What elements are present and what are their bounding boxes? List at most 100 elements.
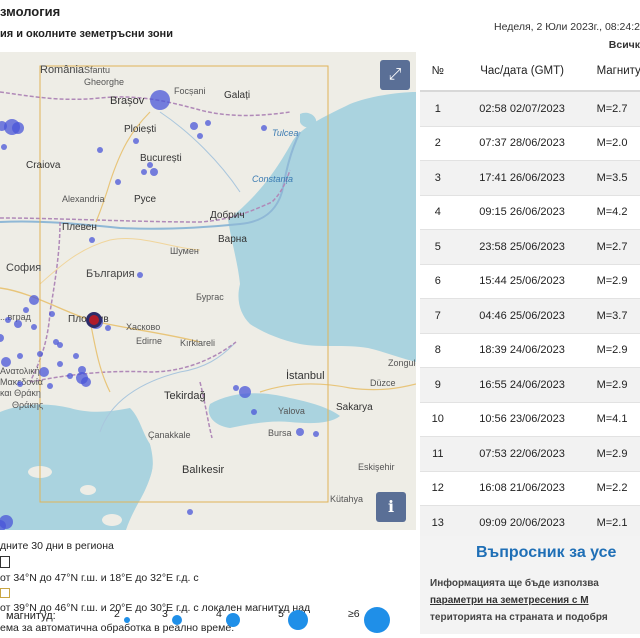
legend-dot xyxy=(172,615,182,625)
earthquake-marker[interactable] xyxy=(29,295,39,305)
table-row[interactable]: 13 09:09 20/06/2023 M=2.1 xyxy=(420,505,640,536)
map-label-sakarya: Sakarya xyxy=(336,402,373,413)
map-label-focsani: Focșani xyxy=(174,86,206,96)
info-button[interactable]: i xyxy=(376,492,406,522)
table-row[interactable]: 5 23:58 25/06/2023 M=2.7 xyxy=(420,229,640,265)
table-row[interactable]: 1 02:58 02/07/2023 M=2.7 xyxy=(420,91,640,127)
info-icon: i xyxy=(387,497,395,516)
earthquake-marker[interactable] xyxy=(49,311,55,317)
map-label-ploiesti: Ploiești xyxy=(124,124,157,135)
earthquake-marker[interactable] xyxy=(115,179,121,185)
row-magnitude: M=3.5 xyxy=(588,160,640,196)
earthquake-marker[interactable] xyxy=(23,307,29,313)
row-magnitude: M=2.0 xyxy=(588,126,640,161)
map-label-zonguldak: Zonguldak xyxy=(388,358,416,368)
table-row[interactable]: 3 17:41 26/06/2023 M=3.5 xyxy=(420,160,640,196)
map-label-constanta: Constanța xyxy=(252,174,294,184)
map-label-tulcea: Tulcea xyxy=(272,128,299,138)
earthquake-marker[interactable] xyxy=(78,366,86,374)
earthquake-marker[interactable] xyxy=(39,367,49,377)
earthquake-marker[interactable] xyxy=(97,147,103,153)
earthquake-marker[interactable] xyxy=(5,317,11,323)
row-number: 6 xyxy=(420,264,456,299)
filter-select[interactable]: Всичк xyxy=(494,39,640,51)
row-magnitude: M=4.1 xyxy=(588,402,640,437)
earthquake-marker[interactable] xyxy=(190,122,198,130)
earthquake-table: № Час/дата (GMT) Магнитуд 102:58 02/07/2… xyxy=(420,52,640,536)
map-label-kutahya: Kütahya xyxy=(330,494,364,504)
row-magnitude: M=2.9 xyxy=(588,264,640,299)
map-label-sofia: София xyxy=(6,262,42,274)
row-number: 12 xyxy=(420,471,456,506)
table-row[interactable]: 9 16:55 24/06/2023 M=2.9 xyxy=(420,367,640,403)
row-number: 1 xyxy=(420,91,456,127)
earthquake-marker[interactable] xyxy=(147,162,153,168)
legend-value: 2 xyxy=(114,608,120,620)
legend-dot xyxy=(226,613,240,627)
earthquake-marker[interactable] xyxy=(239,386,251,398)
earthquake-marker[interactable] xyxy=(37,351,43,357)
latest-earthquake-marker[interactable] xyxy=(86,312,102,328)
earthquake-marker[interactable] xyxy=(197,133,203,139)
earthquake-marker[interactable] xyxy=(31,324,37,330)
earthquake-marker[interactable] xyxy=(261,125,267,131)
table-row[interactable]: 12 16:08 21/06/2023 M=2.2 xyxy=(420,471,640,506)
earthquake-marker[interactable] xyxy=(233,385,239,391)
earthquake-marker[interactable] xyxy=(57,361,63,367)
earthquake-marker[interactable] xyxy=(1,357,11,367)
row-time: 18:39 24/06/2023 xyxy=(455,333,589,368)
expand-map-button[interactable]: ⤢ xyxy=(380,60,410,90)
map-label-bucuresti: București xyxy=(140,153,182,164)
table-row[interactable]: 4 09:15 26/06/2023 M=4.2 xyxy=(420,195,640,230)
table-row[interactable]: 2 07:37 28/06/2023 M=2.0 xyxy=(420,126,640,161)
earthquake-map[interactable]: România Sfantu Gheorghe Brașov Galați Fo… xyxy=(0,52,416,530)
earthquake-marker[interactable] xyxy=(12,122,24,134)
row-magnitude: M=2.9 xyxy=(588,333,640,368)
row-time: 09:15 26/06/2023 xyxy=(455,195,589,230)
earthquake-marker[interactable] xyxy=(133,138,139,144)
earthquake-marker[interactable] xyxy=(47,383,53,389)
map-label-romania: România xyxy=(40,64,85,76)
map-label-pleven: Плевен xyxy=(62,222,97,233)
site-subtitle: ия и околните земетръсни зони xyxy=(0,28,173,40)
questionnaire-panel: Въпросник за усе Информацията ще бъде из… xyxy=(420,536,640,634)
table-row[interactable]: 11 07:53 22/06/2023 M=2.9 xyxy=(420,436,640,472)
legend-dot xyxy=(124,617,130,623)
description-line-1: дните 30 дни в региона от 34°N до 47°N г… xyxy=(0,540,199,584)
legend-dot xyxy=(288,610,308,630)
earthquake-marker[interactable] xyxy=(105,325,111,331)
map-label-bulgaria: България xyxy=(86,268,135,280)
earthquake-marker[interactable] xyxy=(14,320,22,328)
row-magnitude: M=3.7 xyxy=(588,298,640,334)
map-label-craiova: Craiova xyxy=(26,160,61,171)
map-label-bursa: Bursa xyxy=(268,428,292,438)
earthquake-marker[interactable] xyxy=(150,90,170,110)
map-label-kirklareli: Kırklareli xyxy=(180,338,216,348)
earthquake-marker[interactable] xyxy=(67,373,73,379)
table-row[interactable]: 6 15:44 25/06/2023 M=2.9 xyxy=(420,264,640,299)
earthquake-marker[interactable] xyxy=(81,377,91,387)
earthquake-marker[interactable] xyxy=(137,272,143,278)
earthquake-marker[interactable] xyxy=(89,237,95,243)
table-row[interactable]: 8 18:39 24/06/2023 M=2.9 xyxy=(420,333,640,368)
earthquake-marker[interactable] xyxy=(73,353,79,359)
table-row[interactable]: 10 10:56 23/06/2023 M=4.1 xyxy=(420,402,640,437)
earthquake-marker[interactable] xyxy=(17,381,23,387)
table-row[interactable]: 7 04:46 25/06/2023 M=3.7 xyxy=(420,298,640,334)
earthquake-marker[interactable] xyxy=(251,409,257,415)
earthquake-marker[interactable] xyxy=(150,168,158,176)
earthquake-marker[interactable] xyxy=(187,509,193,515)
row-number: 11 xyxy=(420,436,456,472)
questionnaire-title[interactable]: Въпросник за усе xyxy=(476,544,616,562)
earthquake-marker[interactable] xyxy=(141,169,147,175)
earthquake-marker[interactable] xyxy=(57,342,63,348)
questionnaire-link[interactable]: параметри на земетресения с М xyxy=(430,592,608,609)
earthquake-marker[interactable] xyxy=(1,144,7,150)
earthquake-marker[interactable] xyxy=(205,120,211,126)
earthquake-marker[interactable] xyxy=(296,428,304,436)
row-time: 10:56 23/06/2023 xyxy=(455,402,589,437)
row-number: 8 xyxy=(420,333,456,368)
map-label-haskovo: Хасково xyxy=(126,322,161,332)
earthquake-marker[interactable] xyxy=(17,353,23,359)
earthquake-marker[interactable] xyxy=(313,431,319,437)
